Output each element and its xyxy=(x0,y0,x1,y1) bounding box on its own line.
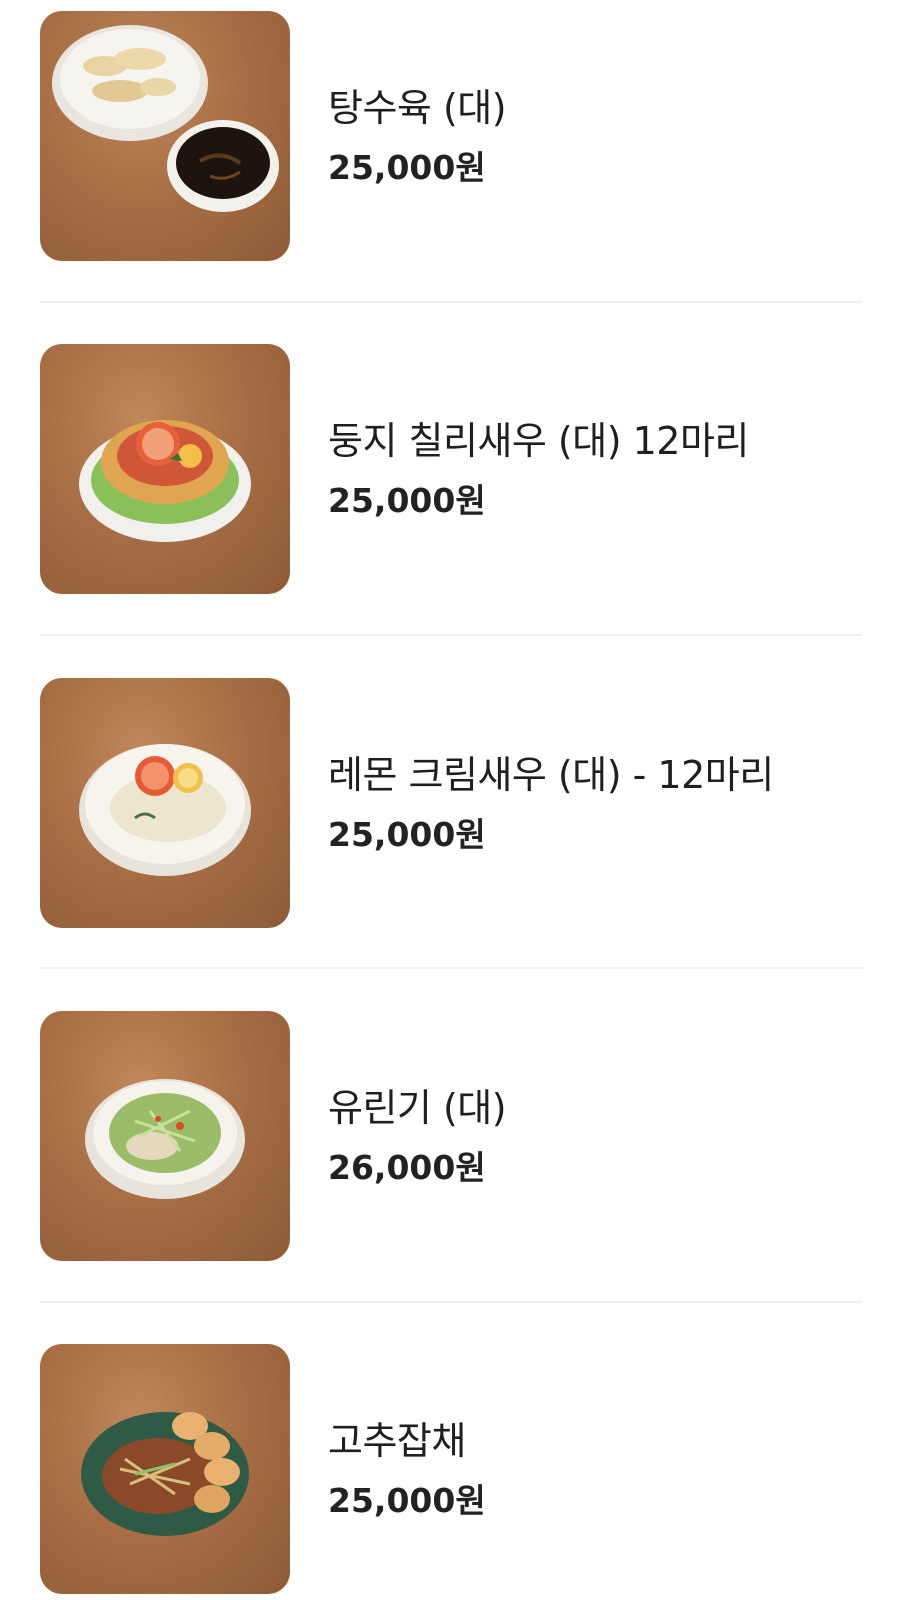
menu-item-name: 레몬 크림새우 (대) - 12마리 xyxy=(328,753,774,797)
menu-item-name: 고추잡채 xyxy=(328,1419,466,1463)
menu-list: 탕수육 (대) 25,000원 둥지 칠리새우 (대) 12마리 25,000원 xyxy=(0,0,900,1600)
divider xyxy=(40,301,862,303)
menu-item-name: 탕수육 (대) xyxy=(328,86,507,130)
pepper-japchae-photo xyxy=(40,1344,290,1594)
menu-item-price: 25,000원 xyxy=(328,481,486,520)
menu-item-info: 둥지 칠리새우 (대) 12마리 25,000원 xyxy=(328,417,749,521)
menu-item-lemon-cream-shrimp[interactable]: 레몬 크림새우 (대) - 12마리 25,000원 xyxy=(40,678,862,928)
menu-item-name: 둥지 칠리새우 (대) 12마리 xyxy=(328,419,749,463)
menu-item-info: 탕수육 (대) 25,000원 xyxy=(328,84,507,188)
yuringi-photo xyxy=(40,1011,290,1261)
menu-item-price: 25,000원 xyxy=(328,815,486,854)
menu-item-info: 유린기 (대) 26,000원 xyxy=(328,1084,507,1188)
menu-item-name: 유린기 (대) xyxy=(328,1086,507,1130)
sweet-and-sour-pork-photo xyxy=(40,11,290,261)
menu-item-yuringi[interactable]: 유린기 (대) 26,000원 xyxy=(40,1011,862,1261)
menu-item-tangsuyuk[interactable]: 탕수육 (대) 25,000원 xyxy=(40,11,862,261)
divider xyxy=(40,1301,862,1303)
menu-item-price: 25,000원 xyxy=(328,1481,486,1520)
nest-chili-shrimp-photo xyxy=(40,344,290,594)
divider xyxy=(40,634,862,636)
divider xyxy=(40,967,862,969)
menu-item-info: 레몬 크림새우 (대) - 12마리 25,000원 xyxy=(328,751,774,855)
lemon-cream-shrimp-photo xyxy=(40,678,290,928)
menu-item-pepper-japchae[interactable]: 고추잡채 25,000원 xyxy=(40,1344,862,1594)
menu-item-price: 25,000원 xyxy=(328,148,486,187)
menu-item-price: 26,000원 xyxy=(328,1148,486,1187)
menu-item-info: 고추잡채 25,000원 xyxy=(328,1417,486,1521)
menu-item-chili-shrimp[interactable]: 둥지 칠리새우 (대) 12마리 25,000원 xyxy=(40,344,862,594)
